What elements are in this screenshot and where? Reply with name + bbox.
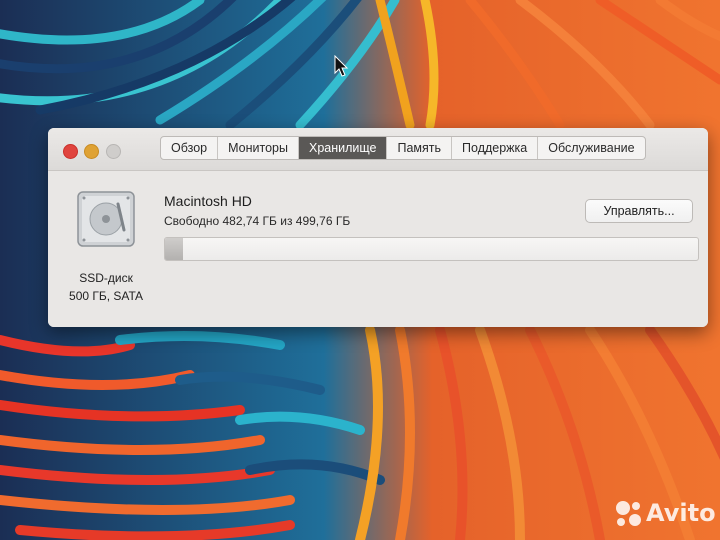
manage-button[interactable]: Управлять... xyxy=(585,199,693,223)
titlebar: Обзор Мониторы Хранилище Память Поддержк… xyxy=(48,128,708,171)
disk-size-label: 500 ГБ, SATA xyxy=(69,289,143,303)
tab-support[interactable]: Поддержка xyxy=(452,137,539,159)
storage-used-fill xyxy=(165,238,184,260)
minimize-button[interactable] xyxy=(84,144,99,159)
about-this-mac-window: Обзор Мониторы Хранилище Память Поддержк… xyxy=(48,128,708,327)
zoom-button[interactable] xyxy=(106,144,121,159)
storage-usage-bar xyxy=(164,237,699,261)
avito-logo-icon xyxy=(616,501,641,526)
mouse-cursor-icon xyxy=(334,55,349,77)
disk-type-label: SSD-диск xyxy=(79,271,133,285)
close-button[interactable] xyxy=(63,144,78,159)
tab-memory[interactable]: Память xyxy=(387,137,453,159)
avito-watermark: Avito xyxy=(612,497,716,533)
tab-displays[interactable]: Мониторы xyxy=(218,137,299,159)
tab-overview[interactable]: Обзор xyxy=(161,137,219,159)
avito-text: Avito xyxy=(646,499,716,527)
tab-service[interactable]: Обслуживание xyxy=(538,137,644,159)
storage-panel: SSD-диск 500 ГБ, SATA Macintosh HD Свобо… xyxy=(48,171,708,327)
volume-name: Macintosh HD xyxy=(164,193,252,209)
tab-bar: Обзор Мониторы Хранилище Память Поддержк… xyxy=(160,136,646,160)
hard-drive-icon xyxy=(77,191,135,247)
free-space-text: Свободно 482,74 ГБ из 499,76 ГБ xyxy=(164,214,351,228)
tab-storage[interactable]: Хранилище xyxy=(298,137,388,159)
